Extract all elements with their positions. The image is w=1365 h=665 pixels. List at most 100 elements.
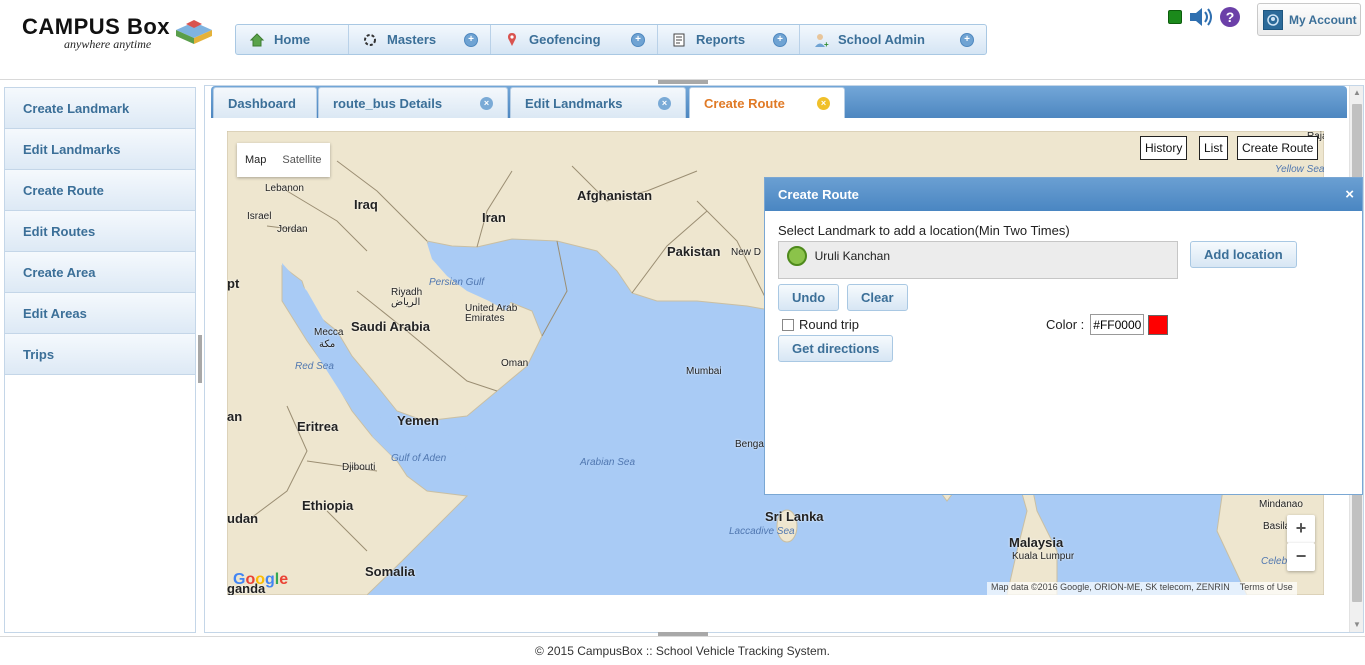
home-icon bbox=[248, 31, 266, 49]
map-label: Benga bbox=[735, 439, 764, 450]
map-label: pt bbox=[227, 276, 240, 291]
sidebar-item-create-landmark[interactable]: Create Landmark bbox=[5, 88, 195, 129]
landmark-select-list[interactable]: Uruli Kanchan bbox=[778, 241, 1178, 279]
sidebar-item-edit-routes[interactable]: Edit Routes bbox=[5, 211, 195, 252]
color-picker-row: Color : bbox=[1046, 314, 1169, 335]
zoom-in-button[interactable]: + bbox=[1287, 515, 1315, 543]
color-input[interactable] bbox=[1090, 314, 1145, 335]
scroll-down-icon[interactable]: ▼ bbox=[1350, 618, 1364, 632]
list-button[interactable]: List bbox=[1199, 136, 1228, 160]
report-icon bbox=[670, 31, 688, 49]
color-swatch-button[interactable] bbox=[1148, 314, 1169, 335]
map-label: Eritrea bbox=[297, 419, 339, 434]
map-label: Sri Lanka bbox=[765, 509, 824, 524]
tab-close-icon[interactable]: × bbox=[480, 97, 493, 110]
tab-label: Edit Landmarks bbox=[525, 95, 623, 111]
sidebar-item-create-area[interactable]: Create Area bbox=[5, 252, 195, 293]
tab-label: route_bus Details bbox=[333, 95, 443, 111]
tab-bar: Dashboard route_bus Details × Edit Landmark… bbox=[211, 86, 1347, 118]
nav-reports[interactable]: Reports + bbox=[658, 25, 800, 54]
map-label: Pakistan bbox=[667, 244, 721, 259]
nav-label: School Admin bbox=[838, 32, 925, 47]
get-directions-button[interactable]: Get directions bbox=[778, 335, 894, 362]
top-navigation: Home Masters + Geofencing + Reports + + School A… bbox=[235, 24, 987, 55]
expand-icon[interactable]: + bbox=[464, 32, 478, 47]
sidebar-resize-handle[interactable] bbox=[198, 335, 202, 383]
map-type-map-button[interactable]: Map bbox=[237, 143, 274, 177]
top-resize-handle[interactable] bbox=[658, 80, 708, 84]
tab-dashboard[interactable]: Dashboard bbox=[213, 87, 317, 118]
map-label: Mumbai bbox=[686, 366, 722, 377]
tab-create-route[interactable]: Create Route × bbox=[689, 87, 845, 118]
expand-icon[interactable]: + bbox=[960, 32, 974, 47]
map-label: Laccadive Sea bbox=[729, 526, 795, 537]
map-label: Mindanao bbox=[1259, 499, 1303, 510]
scroll-up-icon[interactable]: ▲ bbox=[1350, 86, 1364, 100]
expand-icon[interactable]: + bbox=[773, 32, 787, 47]
round-trip-checkbox[interactable] bbox=[782, 318, 794, 331]
svg-text:+: + bbox=[824, 40, 829, 48]
map-attribution: Map data ©2016 Google, ORION-ME, SK tele… bbox=[987, 582, 1297, 595]
round-trip-option[interactable]: Round trip bbox=[782, 317, 859, 332]
map-label: an bbox=[227, 409, 243, 424]
map-label: Yemen bbox=[397, 413, 439, 428]
map-type-satellite-button[interactable]: Satellite bbox=[274, 143, 329, 177]
map-label: Red Sea bbox=[295, 361, 334, 372]
nav-geofencing[interactable]: Geofencing + bbox=[491, 25, 658, 54]
clear-button[interactable]: Clear bbox=[847, 284, 908, 311]
nav-label: Reports bbox=[696, 32, 746, 47]
logo-cube-icon bbox=[176, 20, 212, 44]
dialog-instruction: Select Landmark to add a location(Min Tw… bbox=[778, 223, 1070, 238]
sidebar: Create Landmark Edit Landmarks Create Rout… bbox=[4, 87, 196, 633]
nav-label: Home bbox=[274, 32, 311, 47]
sidebar-item-edit-landmarks[interactable]: Edit Landmarks bbox=[5, 129, 195, 170]
map-label: Arabian Sea bbox=[580, 457, 636, 468]
map-label: Lebanon bbox=[265, 183, 304, 194]
zoom-out-button[interactable]: − bbox=[1287, 543, 1315, 571]
history-button[interactable]: History bbox=[1140, 136, 1188, 160]
tab-label: Dashboard bbox=[228, 95, 296, 111]
add-location-button[interactable]: Add location bbox=[1190, 241, 1297, 268]
dialog-close-icon[interactable]: × bbox=[1345, 186, 1354, 203]
sidebar-item-create-route[interactable]: Create Route bbox=[5, 170, 195, 211]
tab-edit-landmarks[interactable]: Edit Landmarks × bbox=[510, 87, 686, 118]
undo-button[interactable]: Undo bbox=[778, 284, 840, 311]
map-label: مكة bbox=[319, 339, 336, 350]
map-label: Kuala Lumpur bbox=[1012, 551, 1075, 562]
map-label: Iraq bbox=[354, 197, 378, 212]
nav-masters[interactable]: Masters + bbox=[349, 25, 491, 54]
expand-icon[interactable]: + bbox=[631, 32, 645, 47]
nav-label: Geofencing bbox=[529, 32, 601, 47]
nav-home[interactable]: Home bbox=[236, 25, 349, 54]
nav-school-admin[interactable]: + School Admin + bbox=[800, 25, 986, 54]
dialog-title: Create Route bbox=[765, 178, 1362, 211]
status-green-icon[interactable] bbox=[1168, 10, 1182, 24]
sidebar-item-trips[interactable]: Trips bbox=[5, 334, 195, 375]
my-account-button[interactable]: My Account bbox=[1257, 3, 1361, 36]
map-label: Afghanistan bbox=[577, 188, 653, 203]
landmark-item-label: Uruli Kanchan bbox=[814, 249, 890, 263]
landmark-item[interactable]: Uruli Kanchan bbox=[783, 246, 1173, 266]
campusbox-logo[interactable]: CAMPUS Box anywhere anytime bbox=[22, 14, 222, 62]
terms-link[interactable]: Terms of Use bbox=[1240, 582, 1293, 592]
color-label: Color : bbox=[1046, 317, 1085, 332]
map-label: Israel bbox=[247, 211, 272, 222]
tab-close-icon[interactable]: × bbox=[658, 97, 671, 110]
create-route-dialog: Create Route × Select Landmark to add a … bbox=[764, 177, 1363, 495]
map-type-control: Map Satellite bbox=[237, 143, 330, 177]
map-label: Malaysia bbox=[1009, 535, 1064, 550]
tab-close-icon[interactable]: × bbox=[817, 97, 830, 110]
map-label: Persian Gulf bbox=[429, 277, 485, 288]
tab-route-bus-details[interactable]: route_bus Details × bbox=[318, 87, 508, 118]
sidebar-item-edit-areas[interactable]: Edit Areas bbox=[5, 293, 195, 334]
create-route-map-button[interactable]: Create Route bbox=[1237, 136, 1319, 160]
my-account-label: My Account bbox=[1289, 12, 1357, 27]
attribution-text: Map data ©2016 Google, ORION-ME, SK tele… bbox=[991, 582, 1230, 592]
landmark-pin-icon bbox=[787, 246, 807, 266]
map-label: الرياض bbox=[391, 297, 421, 308]
speaker-icon[interactable] bbox=[1188, 5, 1214, 29]
tab-label: Create Route bbox=[704, 95, 785, 111]
google-logo: Google bbox=[233, 571, 289, 588]
help-icon[interactable]: ? bbox=[1220, 7, 1240, 27]
map-label: New D bbox=[731, 247, 762, 258]
